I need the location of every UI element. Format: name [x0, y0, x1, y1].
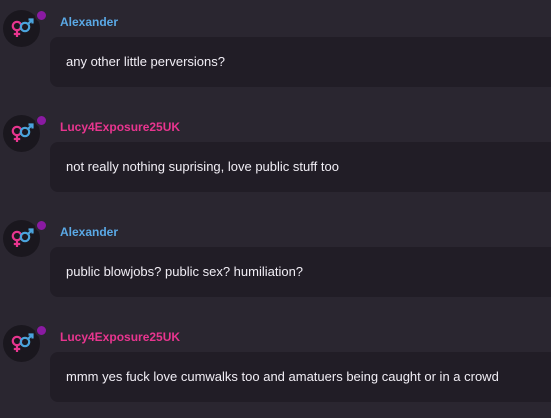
message-text: not really nothing suprising, love publi… [66, 159, 339, 174]
message-username[interactable]: Alexander [60, 15, 118, 29]
message-username[interactable]: Alexander [60, 225, 118, 239]
message-username[interactable]: Lucy4Exposure25UK [60, 330, 180, 344]
message-text: any other little perversions? [66, 54, 225, 69]
online-status-dot [35, 114, 48, 127]
online-status-dot [35, 9, 48, 22]
avatar[interactable] [3, 219, 48, 257]
avatar[interactable] [3, 9, 48, 47]
message-username[interactable]: Lucy4Exposure25UK [60, 120, 180, 134]
message-bubble: any other little perversions? [50, 37, 551, 87]
message-bubble: not really nothing suprising, love publi… [50, 142, 551, 192]
online-status-dot [35, 219, 48, 232]
message-text: mmm yes fuck love cumwalks too and amatu… [66, 369, 499, 384]
message-text: public blowjobs? public sex? humiliation… [66, 264, 304, 279]
avatar[interactable] [3, 324, 48, 362]
online-status-dot [35, 324, 48, 337]
avatar[interactable] [3, 114, 48, 152]
message-bubble: public blowjobs? public sex? humiliation… [50, 247, 551, 297]
message-bubble: mmm yes fuck love cumwalks too and amatu… [50, 352, 551, 402]
